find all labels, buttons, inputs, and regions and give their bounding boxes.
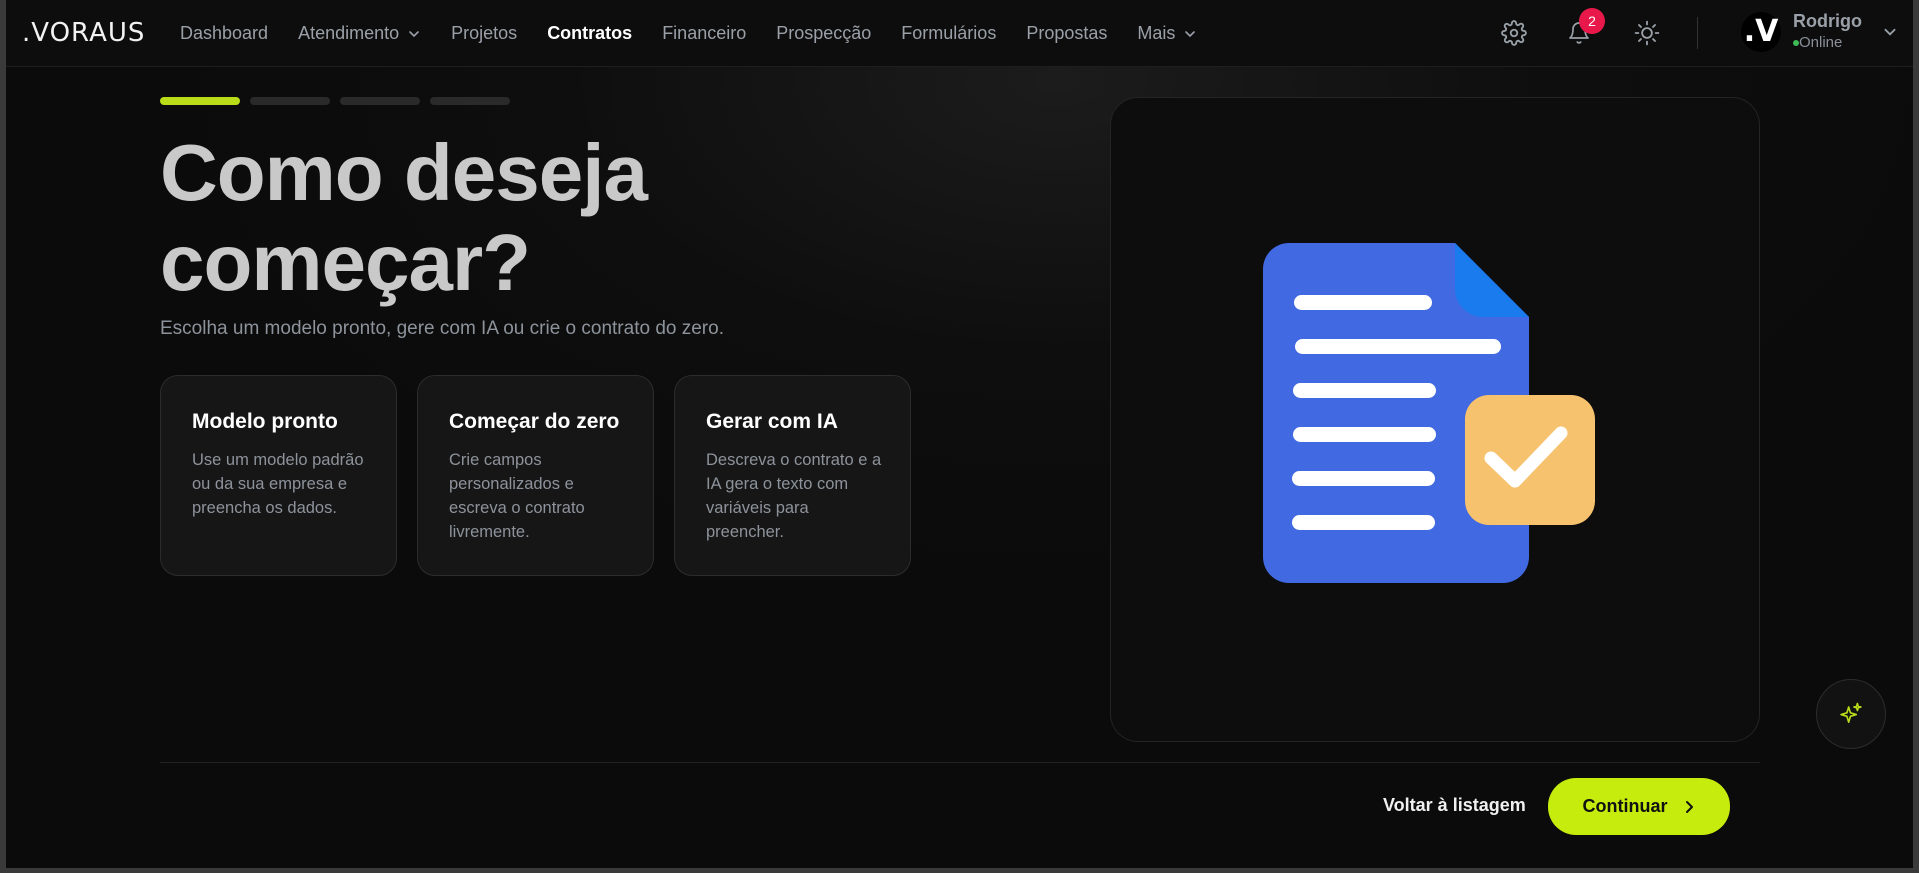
option-card-modelo-pronto[interactable]: Modelo pronto Use um modelo padrão ou da… <box>160 375 397 576</box>
option-title: Começar do zero <box>449 410 620 433</box>
continue-button[interactable]: Continuar <box>1548 778 1730 835</box>
footer-divider <box>160 762 1760 763</box>
nav-item-dashboard[interactable]: Dashboard <box>180 23 268 44</box>
chevron-down-icon[interactable] <box>1882 24 1898 40</box>
sparkles-icon <box>1840 702 1862 723</box>
user-status: Online <box>1799 34 1843 51</box>
notification-badge: 2 <box>1579 8 1605 34</box>
voraus-logo[interactable]: .VORAUS <box>22 18 145 48</box>
app-frame: .VORAUS Dashboard Atendimento Projetos C… <box>6 0 1913 868</box>
option-title: Gerar com IA <box>706 410 838 433</box>
settings-button[interactable] <box>1497 16 1531 50</box>
nav-item-propostas[interactable]: Propostas <box>1026 23 1107 44</box>
page-subtitle: Escolha um modelo pronto, gere com IA ou… <box>160 318 724 339</box>
chevron-down-icon <box>1185 30 1196 37</box>
option-card-gerar-com-ia[interactable]: Gerar com IA Descreva o contrato e a IA … <box>674 375 911 576</box>
wizard-step-2 <box>250 97 330 105</box>
option-description: Descreva o contrato e a IA gera o texto … <box>706 451 882 541</box>
top-navbar: .VORAUS Dashboard Atendimento Projetos C… <box>6 0 1913 67</box>
illustration-panel <box>1110 97 1760 742</box>
wizard-step-1 <box>160 97 240 105</box>
nav-item-atendimento[interactable]: Atendimento <box>298 23 421 44</box>
option-title: Modelo pronto <box>192 410 338 433</box>
continue-label: Continuar <box>1582 796 1668 816</box>
option-card-comecar-do-zero[interactable]: Começar do zero Crie campos personalizad… <box>417 375 654 576</box>
sun-icon <box>1634 20 1660 46</box>
ai-assistant-button[interactable] <box>1816 679 1886 749</box>
gear-icon <box>1501 20 1527 46</box>
avatar[interactable]: .V <box>1741 12 1781 52</box>
user-name[interactable]: Rodrigo <box>1793 11 1862 32</box>
back-to-list-button[interactable]: Voltar à listagem <box>1383 795 1526 816</box>
chevron-down-icon <box>409 30 419 37</box>
nav-item-mais[interactable]: Mais <box>1137 23 1197 44</box>
nav-item-financeiro[interactable]: Financeiro <box>662 23 746 44</box>
nav-item-contratos[interactable]: Contratos <box>547 23 632 44</box>
document-check-illustration <box>1263 243 1595 583</box>
wizard-step-3 <box>340 97 420 105</box>
nav-divider <box>1697 17 1698 49</box>
option-description: Use um modelo padrão ou da sua empresa e… <box>192 451 364 517</box>
main-menu: Dashboard Atendimento Projetos Contratos… <box>180 0 1227 67</box>
start-options: Modelo pronto Use um modelo padrão ou da… <box>160 375 931 576</box>
chevron-right-icon <box>1685 800 1693 813</box>
theme-toggle-button[interactable] <box>1630 16 1664 50</box>
wizard-progress <box>160 97 520 105</box>
nav-item-prospeccao[interactable]: Prospecção <box>776 23 871 44</box>
wizard-step-4 <box>430 97 510 105</box>
option-description: Crie campos personalizados e escreva o c… <box>449 451 585 541</box>
nav-item-projetos[interactable]: Projetos <box>451 23 517 44</box>
page-title: Como deseja começar? <box>160 128 648 307</box>
nav-item-formularios[interactable]: Formulários <box>901 23 996 44</box>
